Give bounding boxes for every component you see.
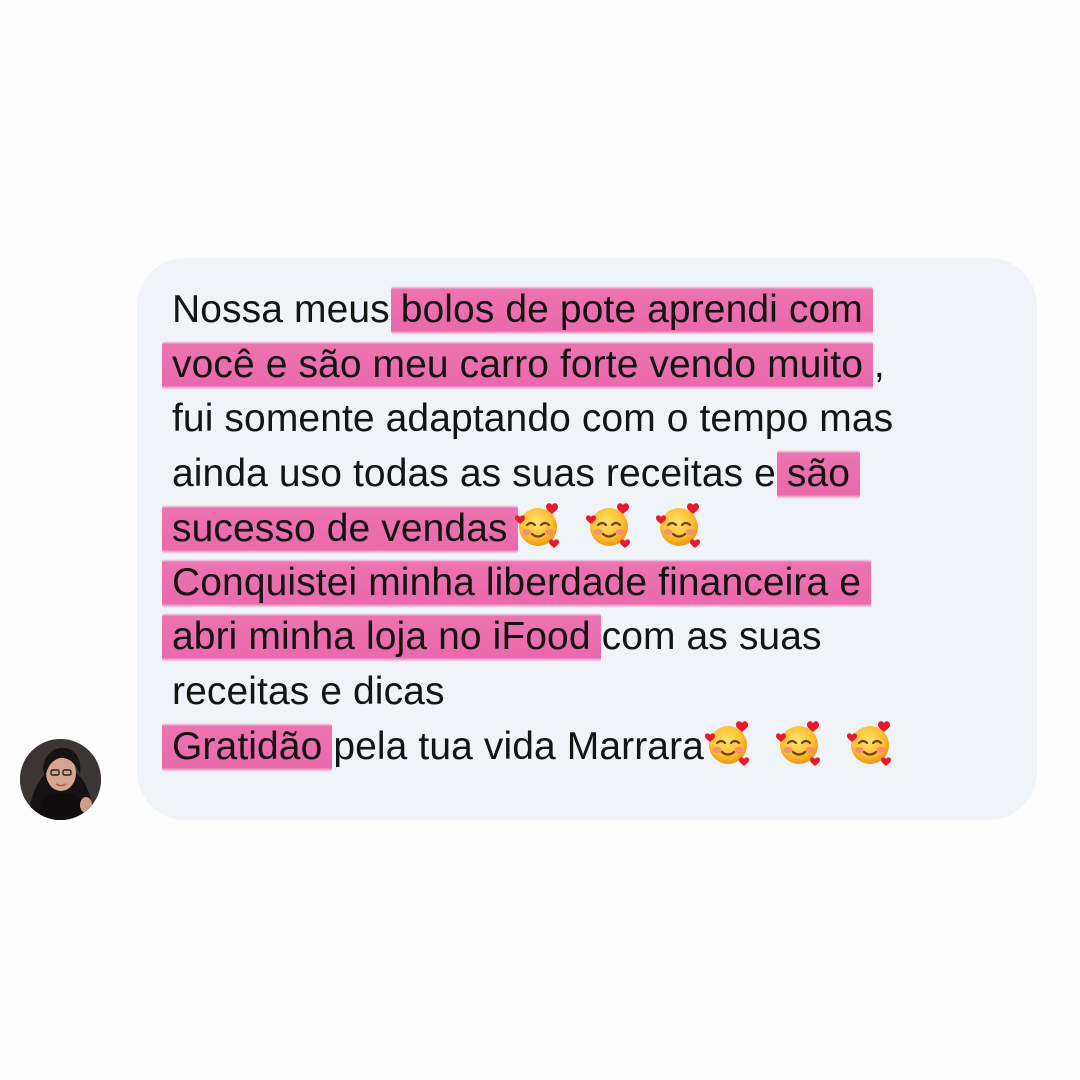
smiling-face-with-hearts-icon: [655, 501, 703, 549]
message-line: Nossa meus bolos de pote aprendi com: [172, 283, 1032, 338]
message-text: Nossa meus bolos de pote aprendi com você…: [162, 283, 1032, 774]
message-text-segment: ainda uso todas as suas receitas e: [172, 451, 787, 495]
smiling-face-with-hearts-icon: [775, 719, 823, 767]
avatar-photo: [20, 739, 101, 820]
smiling-face-with-hearts-icon: [704, 719, 752, 767]
message-line: receitas e dicas: [172, 665, 1032, 720]
chat-message-row: Nossa meus bolos de pote aprendi com você…: [0, 0, 1080, 1080]
message-text-segment: fui somente adaptando com o tempo mas: [172, 397, 894, 440]
message-text-segment: pela tua vida Marrara: [322, 725, 704, 768]
sender-avatar[interactable]: [20, 739, 101, 820]
highlighted-text: bolos de pote aprendi com: [390, 284, 873, 337]
message-line: Gratidão pela tua vida Marrara: [162, 719, 1032, 774]
smiling-face-with-hearts-icon: [514, 501, 562, 549]
message-text-segment: receitas e dicas: [172, 669, 445, 713]
smiling-face-with-hearts-icon: [585, 501, 633, 549]
highlighted-text: Gratidão: [162, 721, 333, 774]
message-line: Conquistei minha liberdade financeira e: [162, 556, 1032, 611]
highlighted-text: você e são meu carro forte vendo muito: [162, 338, 873, 392]
smiling-face-with-hearts-icon: [846, 719, 894, 767]
emoji-group: [704, 719, 906, 783]
highlighted-text: Conquistei minha liberdade financeira e: [162, 556, 871, 610]
emoji-group: [514, 501, 716, 565]
message-line: abri minha loja no iFood com as suas: [162, 610, 1032, 665]
message-text-segment: com as suas: [590, 615, 822, 658]
message-line: ainda uso todas as suas receitas e são: [172, 447, 1032, 502]
highlighted-text: são: [776, 447, 861, 501]
highlighted-text: abri minha loja no iFood: [162, 611, 601, 664]
message-line: fui somente adaptando com o tempo mas: [172, 392, 1032, 447]
message-text-segment: ,: [862, 342, 885, 386]
highlighted-text: sucesso de vendas: [162, 503, 518, 556]
message-line: sucesso de vendas: [162, 501, 1032, 556]
message-text-segment: Nossa meus: [172, 288, 401, 331]
message-line: você e são meu carro forte vendo muito ,: [162, 338, 1032, 393]
